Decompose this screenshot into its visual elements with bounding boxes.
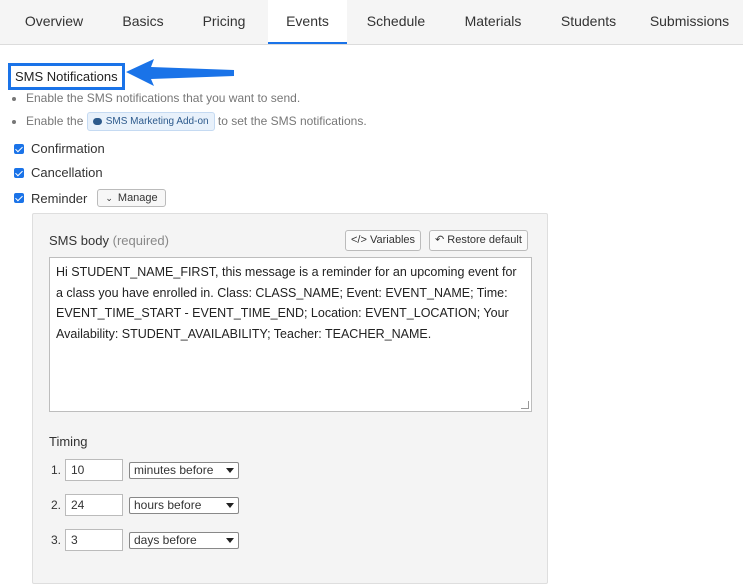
timing-row: 3. 3 days before [51, 529, 239, 551]
chevron-down-icon: ⌄ [105, 192, 113, 203]
sms-help-list: Enable the SMS notifications that you wa… [10, 91, 367, 137]
timing-unit-select[interactable]: hours before [129, 496, 239, 514]
tab-events[interactable]: Events [268, 0, 347, 44]
timing-unit-value: minutes before [134, 462, 214, 477]
tab-schedule[interactable]: Schedule [347, 0, 445, 44]
timing-row: 2. 24 hours before [51, 494, 239, 516]
caret-down-icon [226, 467, 234, 473]
manage-button[interactable]: ⌄ Manage [97, 189, 166, 207]
tab-bar: Overview Basics Pricing Events Schedule … [0, 0, 743, 45]
cancellation-label: Cancellation [31, 165, 103, 180]
cancellation-option[interactable]: Cancellation [14, 165, 103, 180]
tab-pricing[interactable]: Pricing [178, 0, 270, 44]
help-bullet: Enable the SMS Marketing Add-on to set t… [26, 112, 367, 131]
help-bullet: Enable the SMS notifications that you wa… [26, 91, 367, 106]
undo-icon: ↶ [435, 234, 445, 246]
caret-down-icon [226, 502, 234, 508]
tab-students[interactable]: Students [541, 0, 636, 44]
timing-row: 1. 10 minutes before [51, 459, 239, 481]
sms-body-textarea[interactable]: Hi STUDENT_NAME_FIRST, this message is a… [49, 257, 532, 412]
tab-basics[interactable]: Basics [108, 0, 178, 44]
timing-index: 2. [51, 498, 62, 512]
sms-body-content: Hi STUDENT_NAME_FIRST, this message is a… [56, 265, 517, 341]
resize-handle-icon[interactable] [521, 401, 529, 409]
addon-label: SMS Marketing Add-on [105, 116, 209, 127]
sms-body-text: SMS body [49, 233, 109, 248]
confirmation-checkbox[interactable] [14, 143, 24, 154]
manage-label: Manage [117, 192, 158, 204]
events-content: SMS Notifications Enable the SMS notific… [0, 45, 743, 584]
cancellation-checkbox[interactable] [14, 167, 24, 178]
timing-label: Timing [49, 434, 88, 449]
confirmation-label: Confirmation [31, 141, 105, 156]
timing-unit-value: days before [134, 532, 197, 547]
variables-label: Variables [369, 234, 416, 246]
chat-icon [92, 118, 102, 125]
reminder-checkbox[interactable] [14, 193, 24, 203]
code-icon: </> [351, 234, 367, 246]
timing-unit-select[interactable]: days before [129, 531, 239, 549]
caret-down-icon [226, 537, 234, 543]
restore-default-button[interactable]: ↶ Restore default [429, 230, 528, 251]
reminder-label: Reminder [31, 190, 88, 206]
timing-value-input[interactable]: 3 [65, 529, 123, 551]
tab-submissions[interactable]: Submissions [636, 0, 743, 44]
reminder-option[interactable]: Reminder ⌄ Manage [14, 189, 166, 207]
timing-index: 3. [51, 533, 62, 547]
variables-button[interactable]: </> Variables [345, 230, 422, 251]
sms-marketing-addon-link[interactable]: SMS Marketing Add-on [86, 112, 215, 131]
timing-unit-select[interactable]: minutes before [129, 461, 239, 479]
help-text-2-suffix: to set the SMS notifications. [217, 114, 367, 128]
tab-materials[interactable]: Materials [445, 0, 541, 44]
help-text-2-prefix: Enable the [26, 114, 84, 128]
timing-value-input[interactable]: 10 [65, 459, 123, 481]
timing-index: 1. [51, 463, 62, 477]
sms-body-label: SMS body (required) [49, 233, 169, 248]
timing-unit-value: hours before [134, 497, 202, 512]
confirmation-option[interactable]: Confirmation [14, 141, 105, 156]
restore-label: Restore default [447, 234, 522, 246]
timing-value-input[interactable]: 24 [65, 494, 123, 516]
tab-overview[interactable]: Overview [0, 0, 108, 44]
sms-reminder-panel: SMS body (required) </> Variables ↶ Rest… [32, 213, 548, 584]
sms-notifications-title: SMS Notifications [8, 63, 125, 90]
required-label: (required) [112, 233, 169, 248]
help-text-1: Enable the SMS notifications that you wa… [26, 91, 301, 105]
callout-arrow-icon [126, 59, 234, 86]
